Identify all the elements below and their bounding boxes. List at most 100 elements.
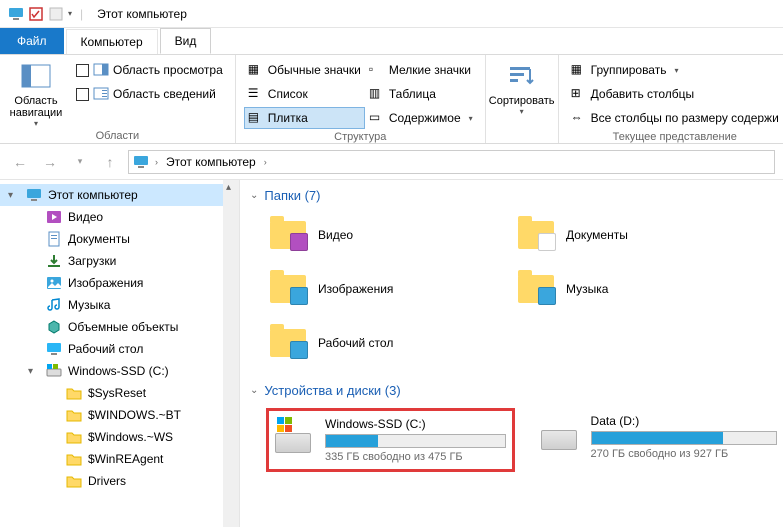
ribbon-group-layout: ▦Обычные значки ☰Список ▤Плитка ▫Мелкие … bbox=[236, 55, 486, 143]
qat-properties-icon[interactable] bbox=[28, 6, 44, 22]
drive-icon bbox=[541, 414, 581, 454]
sidebar-item--windows-ws[interactable]: $Windows.~WS bbox=[0, 426, 239, 448]
sort-icon bbox=[506, 61, 538, 93]
dropdown-icon: ▾ bbox=[674, 66, 678, 75]
breadcrumb[interactable]: › Этот компьютер › bbox=[128, 150, 775, 174]
breadcrumb-segment[interactable]: Этот компьютер bbox=[164, 155, 258, 169]
folder-tile[interactable]: Видео bbox=[266, 213, 494, 257]
folder-icon bbox=[66, 473, 82, 489]
divider: | bbox=[76, 7, 87, 21]
layout-small-icons[interactable]: ▫Мелкие значки bbox=[365, 59, 477, 81]
sort-button[interactable]: Сортировать ▾ bbox=[494, 59, 550, 116]
scrollbar[interactable] bbox=[223, 180, 239, 527]
tab-file[interactable]: Файл bbox=[0, 28, 64, 54]
checkbox-icon bbox=[76, 64, 89, 77]
dropdown-icon: ▾ bbox=[469, 114, 473, 123]
folder-label: Музыка bbox=[566, 282, 608, 296]
sidebar-item-label: Документы bbox=[68, 232, 130, 246]
ribbon-group-current-view: ▦Группировать▾ ⊞Добавить столбцы ⇔Все ст… bbox=[559, 55, 783, 143]
sidebar-item--winreagent[interactable]: $WinREAgent bbox=[0, 448, 239, 470]
sidebar-item-рабочий-стол[interactable]: Рабочий стол bbox=[0, 338, 239, 360]
sidebar-item-windows-ssd-c-[interactable]: ▾ Windows-SSD (C:) bbox=[0, 360, 239, 382]
sidebar-item-этот-компьютер[interactable]: ▾Этот компьютер bbox=[0, 184, 239, 206]
group-label: Текущее представление bbox=[567, 129, 783, 143]
chevron-right-icon[interactable]: › bbox=[262, 157, 269, 167]
nav-up-button[interactable]: ↑ bbox=[98, 150, 122, 174]
folder-label: Изображения bbox=[318, 282, 393, 296]
fit-columns-button[interactable]: ⇔Все столбцы по размеру содержи bbox=[567, 107, 783, 129]
chevron-right-icon[interactable]: › bbox=[153, 157, 160, 167]
ribbon-tabs: Файл Компьютер Вид bbox=[0, 28, 783, 54]
details-label: Область сведений bbox=[113, 87, 216, 101]
pc-icon bbox=[133, 154, 149, 170]
layout-list[interactable]: ☰Список bbox=[244, 83, 365, 105]
folder-tile[interactable]: Рабочий стол bbox=[266, 321, 494, 365]
sidebar-item-музыка[interactable]: Музыка bbox=[0, 294, 239, 316]
sidebar-item-объемные-объекты[interactable]: Объемные объекты bbox=[0, 316, 239, 338]
sidebar-item-drivers[interactable]: Drivers bbox=[0, 470, 239, 492]
fit-icon: ⇔ bbox=[571, 110, 587, 126]
sidebar-item-изображения[interactable]: Изображения bbox=[0, 272, 239, 294]
nav-forward-button[interactable]: → bbox=[38, 150, 62, 174]
drive-icon bbox=[275, 417, 315, 457]
sidebar-item--sysreset[interactable]: $SysReset bbox=[0, 382, 239, 404]
sidebar-item-label: Загрузки bbox=[68, 254, 116, 268]
expand-icon[interactable]: ▾ bbox=[8, 190, 20, 201]
folder-tile[interactable]: Документы bbox=[514, 213, 742, 257]
drive-free-text: 270 ГБ свободно из 927 ГБ bbox=[591, 448, 777, 460]
folder-icon bbox=[66, 385, 82, 401]
folder-label: Документы bbox=[566, 228, 628, 242]
ribbon-group-sort: Сортировать ▾ bbox=[486, 55, 559, 143]
tab-view[interactable]: Вид bbox=[160, 28, 212, 54]
hdd-icon bbox=[46, 363, 62, 379]
preview-pane-toggle[interactable]: Область просмотра bbox=[72, 59, 227, 81]
drive-tile[interactable]: Windows-SSD (C:)335 ГБ свободно из 475 Г… bbox=[266, 408, 515, 472]
icons-small-icon: ▫ bbox=[369, 62, 385, 78]
layout-table[interactable]: ▥Таблица bbox=[365, 83, 477, 105]
section-drives-header[interactable]: ⌄ Устройства и диски (3) bbox=[250, 383, 783, 398]
capacity-bar bbox=[325, 434, 506, 448]
window-title: Этот компьютер bbox=[97, 7, 187, 21]
sidebar-item-загрузки[interactable]: Загрузки bbox=[0, 250, 239, 272]
expand-icon[interactable]: ▾ bbox=[28, 366, 40, 377]
tab-computer[interactable]: Компьютер bbox=[66, 29, 158, 54]
icons-medium-icon: ▦ bbox=[248, 62, 264, 78]
qat-item-icon[interactable] bbox=[48, 6, 64, 22]
qat-dropdown-icon[interactable]: ▾ bbox=[68, 9, 72, 18]
add-columns-button[interactable]: ⊞Добавить столбцы bbox=[567, 83, 783, 105]
sidebar-item-документы[interactable]: Документы bbox=[0, 228, 239, 250]
sidebar-item-label: Windows-SSD (C:) bbox=[68, 364, 169, 378]
content-panel: ⌄ Папки (7) Видео Документы Изображения Муз… bbox=[240, 180, 783, 527]
ribbon: Область навигации ▾ Область просмотра Об… bbox=[0, 54, 783, 144]
section-folders-header[interactable]: ⌄ Папки (7) bbox=[250, 188, 783, 203]
layout-regular-icons[interactable]: ▦Обычные значки bbox=[244, 59, 365, 81]
sidebar-item-видео[interactable]: Видео bbox=[0, 206, 239, 228]
tile-icon: ▤ bbox=[248, 110, 264, 126]
sidebar-item-label: Drivers bbox=[88, 474, 126, 488]
sidebar-item-label: Музыка bbox=[68, 298, 110, 312]
details-pane-toggle[interactable]: Область сведений bbox=[72, 83, 227, 105]
sidebar-item-label: Объемные объекты bbox=[68, 320, 178, 334]
folder-icon bbox=[270, 325, 310, 361]
table-icon: ▥ bbox=[369, 86, 385, 102]
dropdown-icon: ▾ bbox=[34, 119, 38, 128]
sort-label: Сортировать bbox=[489, 95, 555, 107]
layout-tile[interactable]: ▤Плитка bbox=[244, 107, 365, 129]
layout-content[interactable]: ▭Содержимое▾ bbox=[365, 107, 477, 129]
group-by-button[interactable]: ▦Группировать▾ bbox=[567, 59, 783, 81]
ribbon-group-regions: Область навигации ▾ Область просмотра Об… bbox=[0, 55, 236, 143]
nav-recent-button[interactable]: ▾ bbox=[68, 150, 92, 174]
section-title: Папки (7) bbox=[264, 188, 320, 203]
sidebar-item-label: $WINDOWS.~BT bbox=[88, 408, 181, 422]
folder-icon bbox=[518, 217, 558, 253]
sidebar-item--windows-bt[interactable]: $WINDOWS.~BT bbox=[0, 404, 239, 426]
drive-tile[interactable]: Data (D:)270 ГБ свободно из 927 ГБ bbox=[535, 408, 783, 472]
folder-tile[interactable]: Изображения bbox=[266, 267, 494, 311]
folder-tile[interactable]: Музыка bbox=[514, 267, 742, 311]
nav-back-button[interactable]: ← bbox=[8, 150, 32, 174]
quick-access-toolbar: ▾ | bbox=[2, 6, 93, 22]
nav-panel-button[interactable]: Область навигации ▾ bbox=[8, 59, 64, 128]
preview-icon bbox=[93, 62, 109, 78]
folder-label: Рабочий стол bbox=[318, 336, 393, 350]
columns-icon: ⊞ bbox=[571, 86, 587, 102]
